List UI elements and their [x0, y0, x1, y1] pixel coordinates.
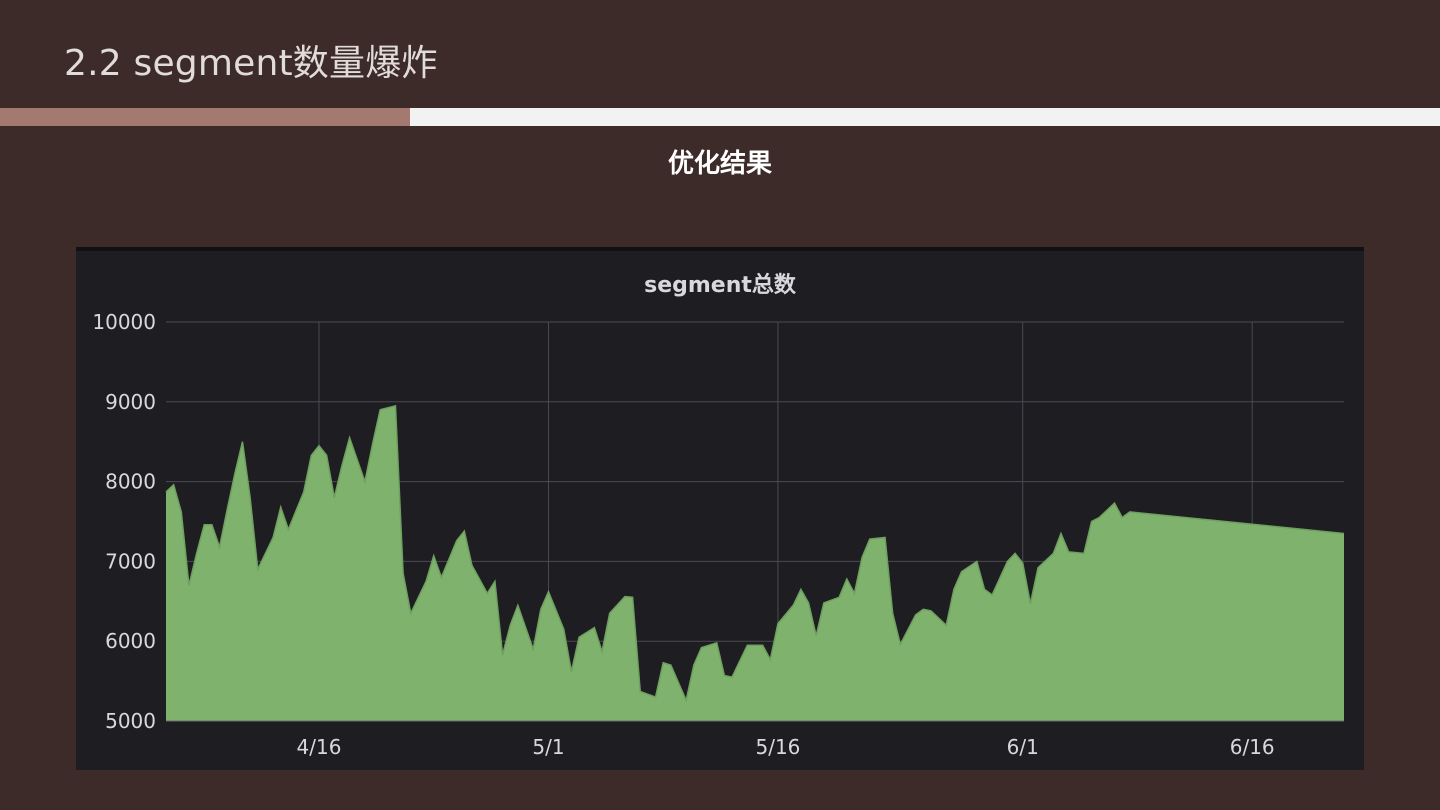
y-tick-label: 9000: [105, 390, 156, 414]
y-tick-label: 7000: [105, 549, 156, 573]
x-tick-label: 6/1: [1007, 735, 1039, 759]
x-tick-label: 4/16: [297, 735, 342, 759]
chart-title: segment总数: [644, 272, 797, 298]
x-tick-label: 5/16: [755, 735, 800, 759]
y-tick-label: 8000: [105, 470, 156, 494]
x-axis-ticks: 4/16 5/1 5/16 6/1 6/16: [297, 735, 1275, 759]
title-underline-bar: [410, 108, 1440, 126]
title-underline-accent: [0, 108, 410, 126]
y-tick-label: 6000: [105, 629, 156, 653]
y-tick-label: 5000: [105, 709, 156, 733]
x-tick-label: 5/1: [532, 735, 564, 759]
slide-title: 2.2 segment数量爆炸: [64, 43, 438, 84]
segment-count-area: [166, 405, 1344, 721]
segment-chart: segment总数 10000 9000 8000 7000 6000 5000 4/16…: [92, 272, 1345, 759]
chart-panel: segment总数 10000 9000 8000 7000 6000 5000 4/16…: [76, 247, 1364, 770]
y-tick-label: 10000: [92, 310, 156, 334]
y-axis-ticks: 10000 9000 8000 7000 6000 5000: [92, 310, 156, 733]
slide-subtitle: 优化结果: [667, 149, 772, 179]
x-tick-label: 6/16: [1230, 735, 1275, 759]
